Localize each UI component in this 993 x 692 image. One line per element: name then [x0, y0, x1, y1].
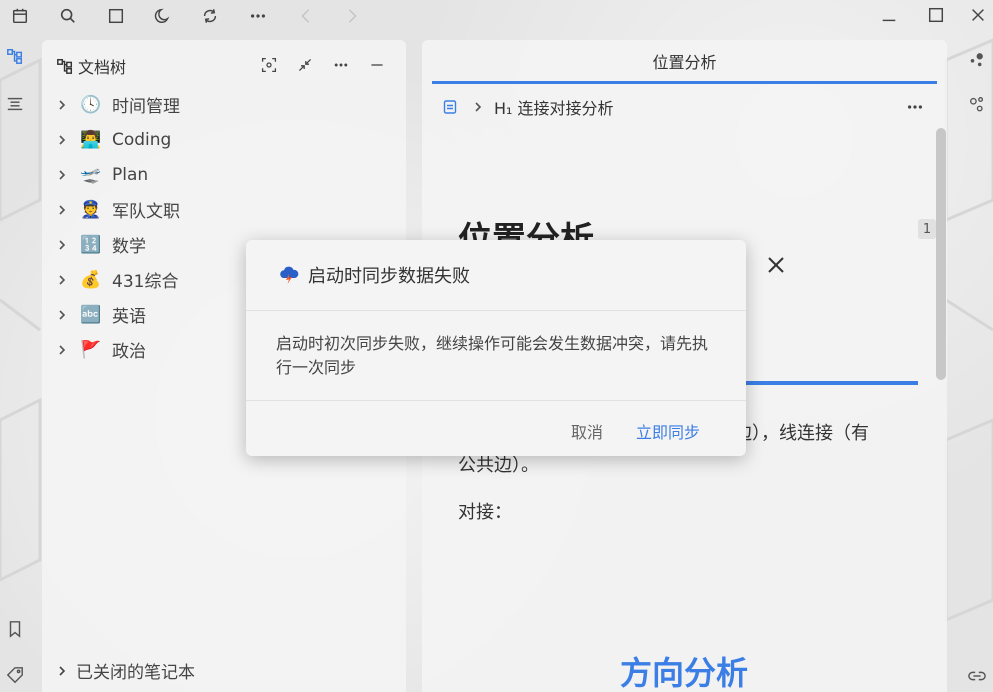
chevron-right-icon[interactable] — [52, 134, 72, 146]
backlink-icon[interactable] — [966, 665, 988, 687]
tag-icon[interactable] — [4, 664, 26, 686]
notebook-item[interactable]: 👮 军队文职 — [52, 192, 392, 227]
chevron-right-icon[interactable] — [52, 169, 72, 181]
file-tree-dock-icon[interactable] — [4, 45, 26, 67]
top-toolbar — [0, 0, 993, 32]
search-icon[interactable] — [56, 4, 80, 28]
notebook-label: 时间管理 — [112, 97, 180, 117]
closed-notebooks[interactable]: 已关闭的笔记本 — [54, 658, 195, 683]
notebook-label: 431综合 — [112, 272, 179, 292]
breadcrumb: H₁ 连接对接分析 — [442, 95, 614, 119]
notebook-label: 政治 — [112, 342, 146, 362]
chevron-right-icon[interactable] — [52, 204, 72, 216]
outline-dock-icon[interactable] — [4, 93, 26, 115]
notebook-label: 军队文职 — [112, 202, 180, 222]
chevron-right-icon[interactable] — [52, 239, 72, 251]
scrollbar[interactable] — [936, 128, 946, 380]
bookmark-icon[interactable] — [4, 618, 26, 640]
notebook-label: Plan — [112, 164, 149, 185]
notebook-item[interactable]: 👨‍💻 Coding — [52, 122, 392, 157]
section-heading[interactable]: 方向分析 — [620, 648, 748, 692]
minimize-panel-icon[interactable] — [366, 54, 388, 76]
paragraph[interactable]: 对接： — [458, 498, 512, 524]
breadcrumb-more-icon[interactable] — [903, 95, 927, 119]
dialog-message: 启动时初次同步失败，继续操作可能会发生数据冲突，请先执行一次同步 — [276, 334, 709, 377]
block-count-badge: 1 — [918, 219, 936, 239]
file-tree-icon — [57, 58, 73, 74]
closed-notebooks-label: 已关闭的笔记本 — [76, 663, 195, 683]
tree-header: 文档树 — [56, 54, 126, 78]
moon-icon[interactable] — [151, 4, 175, 28]
graph-icon[interactable] — [966, 48, 988, 70]
chevron-right-icon — [54, 665, 70, 677]
sync-icon[interactable] — [198, 4, 222, 28]
dialog-title: 启动时同步数据失败 — [308, 266, 470, 287]
close-icon[interactable] — [762, 251, 790, 279]
chevron-right-icon[interactable] — [52, 99, 72, 111]
chevron-right-icon[interactable] — [52, 309, 72, 321]
dialog-footer: 取消 立即同步 — [246, 400, 746, 456]
back-icon[interactable] — [294, 4, 318, 28]
collapse-icon[interactable] — [294, 54, 316, 76]
tree-actions — [258, 54, 388, 76]
notebook-emoji-icon: 🛫 — [80, 164, 102, 185]
cloud-error-icon — [280, 266, 299, 284]
tree-title: 文档树 — [78, 58, 127, 77]
close-window-icon[interactable] — [965, 4, 991, 26]
chevron-right-icon[interactable] — [52, 274, 72, 286]
sync-failure-dialog: 启动时同步数据失败 启动时初次同步失败，继续操作可能会发生数据冲突，请先执行一次… — [246, 240, 746, 456]
chevron-right-icon[interactable] — [52, 344, 72, 356]
notebook-emoji-icon: 🕓 — [80, 94, 102, 115]
notebook-item[interactable]: 🕓 时间管理 — [52, 87, 392, 122]
sync-now-button[interactable]: 立即同步 — [636, 419, 700, 443]
breadcrumb-heading[interactable]: H₁ 连接对接分析 — [494, 95, 614, 119]
cancel-button[interactable]: 取消 — [571, 419, 603, 443]
calendar-icon[interactable] — [8, 4, 32, 28]
notebook-item[interactable]: 🛫 Plan — [52, 157, 392, 192]
notebook-label: 英语 — [112, 307, 146, 327]
tab-document[interactable]: 位置分析 — [432, 40, 937, 84]
focus-icon[interactable] — [258, 54, 280, 76]
notebook-label: 数学 — [112, 237, 146, 257]
tree-more-icon[interactable] — [330, 54, 352, 76]
maximize-icon[interactable] — [923, 4, 949, 26]
global-graph-icon[interactable] — [966, 93, 988, 115]
notebook-emoji-icon: 🔢 — [80, 234, 102, 255]
notebook-emoji-icon: 💰 — [80, 269, 102, 290]
square-icon[interactable] — [104, 4, 128, 28]
dialog-header: 启动时同步数据失败 — [246, 240, 746, 311]
forward-icon[interactable] — [340, 4, 364, 28]
tab-label: 位置分析 — [652, 52, 717, 72]
document-icon[interactable] — [442, 99, 458, 115]
notebook-label: Coding — [112, 129, 172, 150]
minimize-icon[interactable] — [876, 4, 902, 26]
chevron-right-icon — [475, 102, 482, 112]
notebook-emoji-icon: 🔤 — [80, 304, 102, 325]
more-icon[interactable] — [246, 4, 270, 28]
notebook-emoji-icon: 🚩 — [80, 339, 102, 360]
notebook-emoji-icon: 👨‍💻 — [80, 129, 102, 150]
notebook-emoji-icon: 👮 — [80, 199, 102, 220]
